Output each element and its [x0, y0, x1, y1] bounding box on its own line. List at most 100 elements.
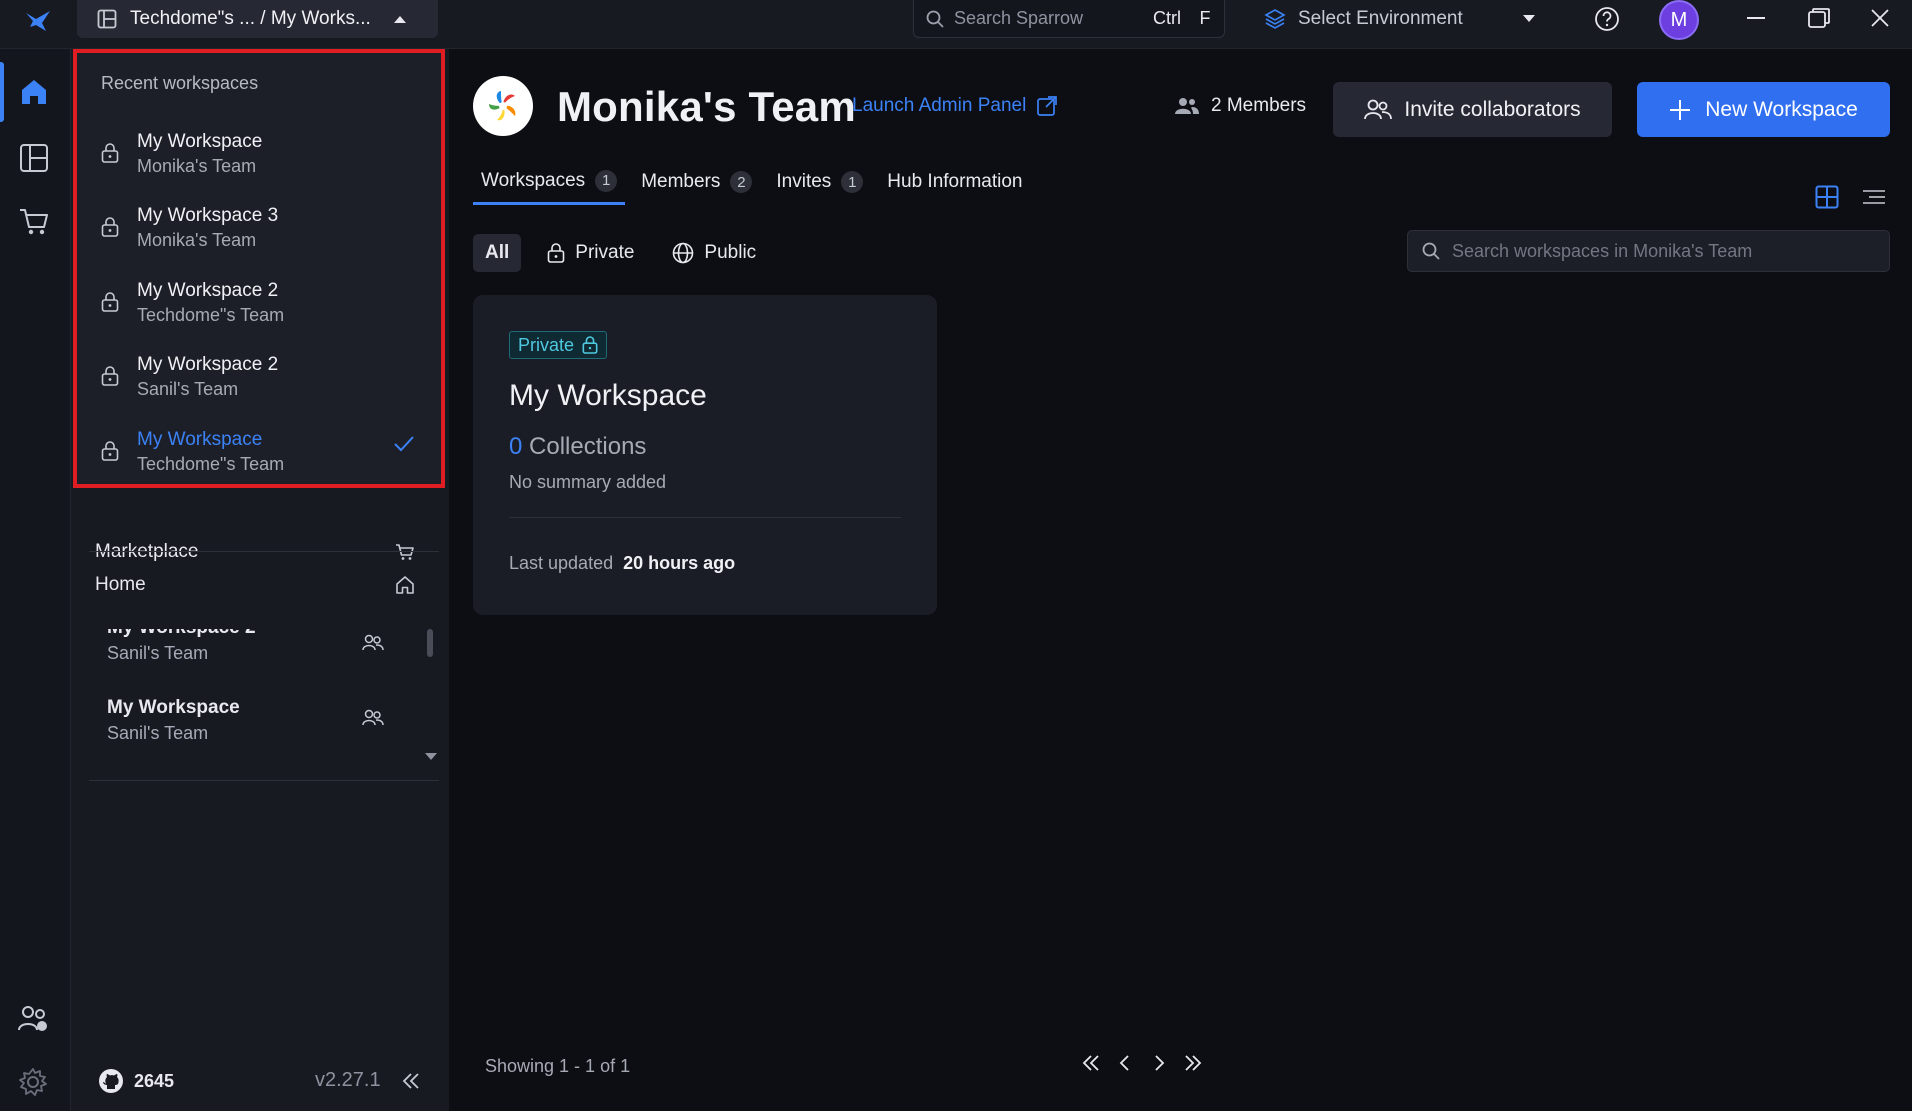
new-workspace-label: New Workspace — [1705, 97, 1858, 121]
filter-private[interactable]: Private — [535, 234, 646, 272]
list-view-icon[interactable] — [1863, 189, 1885, 205]
gear-icon[interactable] — [18, 1067, 48, 1097]
team-settings-icon[interactable] — [18, 1004, 50, 1034]
home-label: Home — [95, 574, 146, 595]
dropdown-heading: Recent workspaces — [101, 73, 259, 93]
workspace-switcher[interactable]: Techdome"s ... / My Works... — [77, 0, 438, 38]
app-version: v2.27.1 — [315, 1069, 381, 1091]
private-badge: Private — [509, 331, 608, 359]
cart-icon[interactable] — [18, 207, 50, 237]
scroll-down-icon[interactable] — [424, 752, 438, 762]
recent-workspace-team: Techdome"s Team — [137, 305, 285, 325]
rail-active-indicator — [0, 62, 4, 122]
last-updated: Last updated 20 hours ago — [509, 553, 735, 574]
user-avatar[interactable]: M — [1659, 0, 1699, 40]
close-icon[interactable] — [1871, 9, 1889, 27]
tab-invites[interactable]: Invites 1 — [768, 159, 871, 205]
lock-icon — [101, 217, 119, 237]
first-page-icon[interactable] — [1081, 1053, 1101, 1073]
left-rail — [0, 49, 71, 1111]
filter-public[interactable]: Public — [660, 234, 768, 272]
plus-icon — [1669, 99, 1691, 121]
prev-page-icon[interactable] — [1115, 1053, 1135, 1073]
lock-icon — [547, 243, 565, 263]
collections-icon[interactable] — [19, 143, 49, 173]
tab-label: Members — [641, 171, 721, 192]
sidebar-scrollbar[interactable] — [427, 629, 433, 657]
recent-workspaces-dropdown: Recent workspaces My Workspace Monika's … — [73, 49, 445, 488]
next-page-icon[interactable] — [1149, 1053, 1169, 1073]
shared-users-icon — [362, 634, 384, 652]
github-stars[interactable]: 2645 — [98, 1068, 174, 1094]
card-divider — [509, 517, 901, 518]
last-updated-value: 20 hours ago — [623, 553, 736, 573]
sparrow-logo-icon[interactable] — [24, 9, 52, 33]
github-icon — [98, 1068, 124, 1094]
tab-label: Invites — [776, 171, 832, 192]
launch-admin-panel-link[interactable]: Launch Admin Panel — [852, 95, 1058, 117]
workspace-search-input[interactable] — [1452, 240, 1852, 262]
team-tabs: Workspaces 1 Members 2 Invites 1 Hub Inf… — [473, 159, 1038, 205]
maximize-icon[interactable] — [1808, 8, 1830, 28]
tab-workspaces[interactable]: Workspaces 1 — [473, 159, 626, 205]
members-label: 2 Members — [1211, 95, 1307, 116]
search-placeholder: Search Sparrow — [954, 8, 1084, 28]
visibility-filters: All Private Public — [473, 234, 768, 272]
help-icon[interactable] — [1594, 6, 1620, 32]
environment-selector[interactable]: Select Environment — [1250, 0, 1540, 38]
github-star-count: 2645 — [134, 1070, 175, 1091]
admin-link-label: Launch Admin Panel — [852, 95, 1027, 116]
invite-collaborators-button[interactable]: Invite collaborators — [1333, 82, 1612, 137]
workspace-card-title: My Workspace — [509, 379, 707, 412]
shortcut-key: F — [1199, 7, 1211, 28]
layers-icon — [1264, 8, 1286, 30]
recent-workspace-name: My Workspace 2 — [137, 280, 279, 301]
recent-workspace-item[interactable]: My Workspace 2 Techdome"s Team — [77, 268, 441, 342]
invite-label: Invite collaborators — [1404, 97, 1581, 121]
filter-label: All — [485, 242, 510, 263]
home-icon[interactable] — [19, 77, 49, 107]
collapse-sidebar-icon[interactable] — [402, 1073, 420, 1089]
workspace-card[interactable]: Private My Workspace 0 Collections No su… — [473, 295, 937, 615]
recent-workspace-item[interactable]: My Workspace Monika's Team — [77, 119, 441, 193]
recent-workspace-team: Monika's Team — [137, 230, 257, 250]
lock-icon — [582, 336, 598, 354]
tab-count-badge: 2 — [730, 171, 753, 193]
grid-view-icon[interactable] — [1815, 185, 1839, 209]
filter-all[interactable]: All — [473, 234, 522, 272]
search-icon — [926, 10, 944, 28]
shortcut-ctrl: Ctrl — [1153, 7, 1181, 28]
collections-label: Collections — [529, 433, 647, 460]
minimize-icon[interactable] — [1747, 17, 1765, 19]
sidebar-item-home[interactable]: Home — [89, 552, 429, 618]
global-search[interactable]: Search Sparrow Ctrl F — [913, 0, 1225, 38]
recent-workspace-item[interactable]: My Workspace 3 Monika's Team — [77, 193, 441, 267]
users-icon — [1175, 97, 1199, 115]
recent-workspace-item-active[interactable]: My Workspace Techdome"s Team — [77, 417, 441, 491]
recent-workspace-team: Sanil's Team — [137, 379, 239, 399]
tab-hub-information[interactable]: Hub Information — [879, 159, 1030, 205]
last-updated-label: Last updated — [509, 553, 614, 573]
recent-workspace-team: Monika's Team — [137, 156, 257, 176]
tab-label: Workspaces — [481, 169, 586, 191]
workspace-path: Techdome"s ... / My Works... — [130, 8, 371, 29]
tab-members[interactable]: Members 2 — [633, 159, 760, 205]
lock-icon — [101, 292, 119, 312]
search-icon — [1422, 242, 1440, 260]
checkmark-icon — [393, 435, 415, 453]
recent-workspace-item[interactable]: My Workspace 2 Sanil's Team — [77, 342, 441, 416]
view-toggle — [1815, 185, 1885, 209]
title-bar: Techdome"s ... / My Works... Search Spar… — [0, 0, 1912, 49]
lock-icon — [101, 143, 119, 163]
new-workspace-button[interactable]: New Workspace — [1637, 82, 1890, 137]
filter-label: Public — [704, 242, 757, 263]
members-count: 2 Members — [1175, 95, 1306, 117]
pagination-summary: Showing 1 - 1 of 1 — [485, 1056, 631, 1076]
last-page-icon[interactable] — [1183, 1053, 1203, 1073]
workspace-search[interactable] — [1407, 230, 1890, 272]
pagination — [1081, 1053, 1203, 1073]
environment-label: Select Environment — [1298, 8, 1463, 29]
caret-up-icon — [393, 14, 407, 24]
caret-down-icon — [1522, 14, 1536, 24]
recent-workspace-name: My Workspace 3 — [137, 205, 279, 226]
